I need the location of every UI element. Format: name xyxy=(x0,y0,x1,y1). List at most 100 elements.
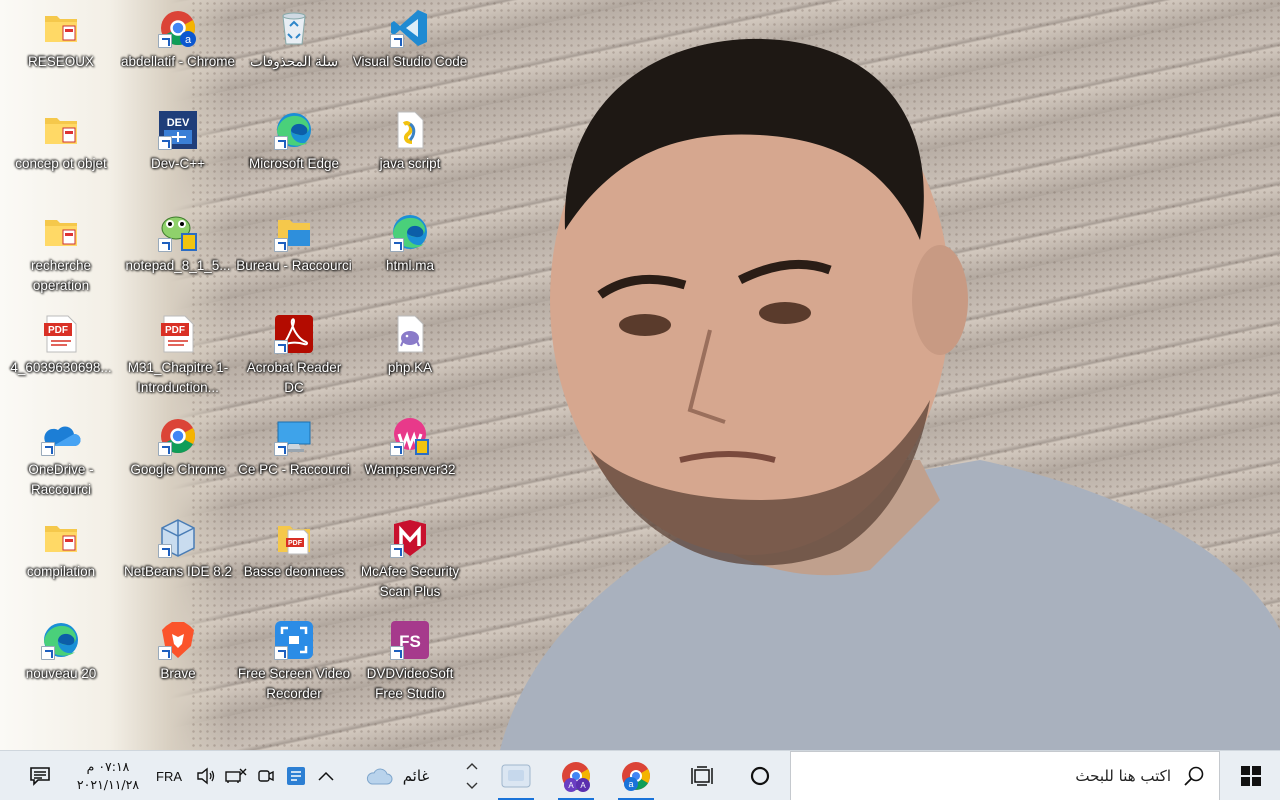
desktop-icon[interactable]: FS DVDVideoSoft Free Studio xyxy=(352,612,468,712)
desktop-icon[interactable]: html.ma xyxy=(352,204,468,304)
taskbar-app-active[interactable] xyxy=(492,751,540,800)
dvdvideosoft-icon: FS xyxy=(390,620,430,660)
cortana-circle-icon xyxy=(750,766,770,786)
desktop-icon-label: concep ot objet xyxy=(15,156,107,171)
desktop-icon-label: compilation xyxy=(26,564,96,579)
weather-label: غائم xyxy=(402,767,430,785)
tray-app-button[interactable] xyxy=(282,751,310,800)
taskbar-search[interactable] xyxy=(790,751,1220,800)
desktop-icon-label: Ce PC - Raccourci xyxy=(238,462,350,477)
desktop-icon[interactable]: recherche operation xyxy=(3,204,119,304)
windows-logo-icon xyxy=(1241,766,1261,786)
desktop-icon-label: java script xyxy=(379,156,441,171)
desktop-icon-label: OneDrive - Raccourci xyxy=(28,462,94,497)
chrome-profile-icon: a xyxy=(622,762,650,791)
this-pc-icon xyxy=(274,416,314,456)
desktop-icon[interactable]: McAfee Security Scan Plus xyxy=(352,510,468,610)
language-label: FRA xyxy=(156,768,182,784)
no-network-icon xyxy=(225,768,247,783)
start-button[interactable] xyxy=(1222,751,1280,800)
desktop-icon[interactable]: DEV Dev-C++ xyxy=(120,102,236,202)
webcam-button[interactable] xyxy=(252,751,280,800)
shortcut-arrow-icon xyxy=(158,646,172,660)
shortcut-arrow-icon xyxy=(158,136,172,150)
desktop-icon[interactable]: OneDrive - Raccourci xyxy=(3,408,119,508)
netbeans-icon xyxy=(158,518,198,558)
desktop-icon[interactable]: NetBeans IDE 8.2 xyxy=(120,510,236,610)
desktop-icon[interactable]: PDF 4_6039630698... xyxy=(3,306,119,406)
weather-widget[interactable]: غائم xyxy=(352,751,442,800)
acrobat-icon xyxy=(274,314,314,354)
taskbar-chrome-profile-b[interactable]: a xyxy=(612,751,660,800)
desktop-icon-label: nouveau 20 xyxy=(25,666,97,681)
desktop-icon[interactable]: Visual Studio Code xyxy=(352,0,468,100)
desktop-icon[interactable]: Brave xyxy=(120,612,236,712)
task-view-button[interactable] xyxy=(680,751,724,800)
desktop-icon-label: Free Screen Video Recorder xyxy=(237,666,351,701)
shortcut-arrow-icon xyxy=(390,238,404,252)
desktop-icon[interactable]: Google Chrome xyxy=(120,408,236,508)
shortcut-arrow-icon xyxy=(274,136,288,150)
taskbar: ٠٧:١٨ م ٢٠٢١/١١/٢٨ FRA غائم A A a اكتب ه… xyxy=(0,750,1280,800)
svg-text:PDF: PDF xyxy=(165,325,185,336)
desktop-icon[interactable]: php.KA xyxy=(352,306,468,406)
wampserver-icon xyxy=(390,416,430,456)
chevron-up-icon xyxy=(318,771,334,781)
shortcut-arrow-icon xyxy=(158,442,172,456)
desktop-icon-label: 4_6039630698... xyxy=(10,360,112,375)
chrome-profile-icon: A A xyxy=(562,762,590,792)
desktop-icon[interactable]: RESEOUX xyxy=(3,0,119,100)
desktop-icon-label: RESEOUX xyxy=(27,54,95,69)
shortcut-arrow-icon xyxy=(41,646,55,660)
desktop-icon[interactable]: compilation xyxy=(3,510,119,610)
action-center-button[interactable] xyxy=(18,751,62,800)
desktop-icon[interactable]: concep ot objet xyxy=(3,102,119,202)
svg-text:a: a xyxy=(185,34,192,46)
shortcut-arrow-icon xyxy=(274,646,288,660)
desktop-icon-label: Microsoft Edge xyxy=(248,156,340,171)
desktop-icon[interactable]: PDF M31_Chapitre 1-Introduction... xyxy=(120,306,236,406)
shortcut-arrow-icon xyxy=(41,442,55,456)
desktop-icon[interactable]: nouveau 20 xyxy=(3,612,119,712)
language-indicator[interactable]: FRA xyxy=(150,751,188,800)
taskbar-clock[interactable]: ٠٧:١٨ م ٢٠٢١/١١/٢٨ xyxy=(66,751,150,800)
desktop-icon-label: Google Chrome xyxy=(130,462,226,477)
desktop-icon[interactable]: Acrobat Reader DC xyxy=(236,306,352,406)
desktop-icon[interactable]: Microsoft Edge xyxy=(236,102,352,202)
desktop-icon[interactable]: Bureau - Raccourci xyxy=(236,204,352,304)
volume-button[interactable] xyxy=(192,751,220,800)
recycle-bin-icon xyxy=(274,8,314,48)
edge-icon xyxy=(274,110,314,150)
scroll-up-icon xyxy=(466,763,478,770)
cortana-button[interactable] xyxy=(738,751,782,800)
camera-icon xyxy=(258,770,274,782)
svg-text:PDF: PDF xyxy=(288,540,303,547)
desktop-icon[interactable]: notepad_8_1_5... xyxy=(120,204,236,304)
mcafee-icon xyxy=(390,518,430,558)
brave-icon xyxy=(158,620,198,660)
desktop-icon-label: DVDVideoSoft Free Studio xyxy=(366,666,454,701)
desktop-icon[interactable]: Free Screen Video Recorder xyxy=(236,612,352,712)
folder-icon xyxy=(41,110,81,150)
desktop-icon[interactable]: سلة المحذوفات xyxy=(236,0,352,100)
js-file-icon xyxy=(390,110,430,150)
desktop-icon-label: notepad_8_1_5... xyxy=(125,258,231,273)
desktop: RESEOUX a abdellatif - Chrome سلة المحذوفات… xyxy=(0,0,1280,750)
show-hidden-icons-button[interactable] xyxy=(312,751,340,800)
desktop-icon-label: Wampserver32 xyxy=(364,462,456,477)
app-window-icon xyxy=(501,764,531,788)
taskbar-scroll[interactable] xyxy=(462,751,482,800)
pdf-icon: PDF xyxy=(41,314,81,354)
folder-icon xyxy=(41,8,81,48)
desktop-icon[interactable]: PDF Basse deonnees xyxy=(236,510,352,610)
desktop-icon[interactable]: java script xyxy=(352,102,468,202)
taskbar-chrome-profile-a[interactable]: A A xyxy=(552,751,600,800)
vscode-icon xyxy=(390,8,430,48)
shortcut-arrow-icon xyxy=(390,544,404,558)
desktop-icon[interactable]: Wampserver32 xyxy=(352,408,468,508)
desktop-icon[interactable]: a abdellatif - Chrome xyxy=(120,0,236,100)
shortcut-arrow-icon xyxy=(390,34,404,48)
network-button[interactable] xyxy=(222,751,250,800)
search-input[interactable] xyxy=(811,767,1171,785)
desktop-icon[interactable]: Ce PC - Raccourci xyxy=(236,408,352,508)
